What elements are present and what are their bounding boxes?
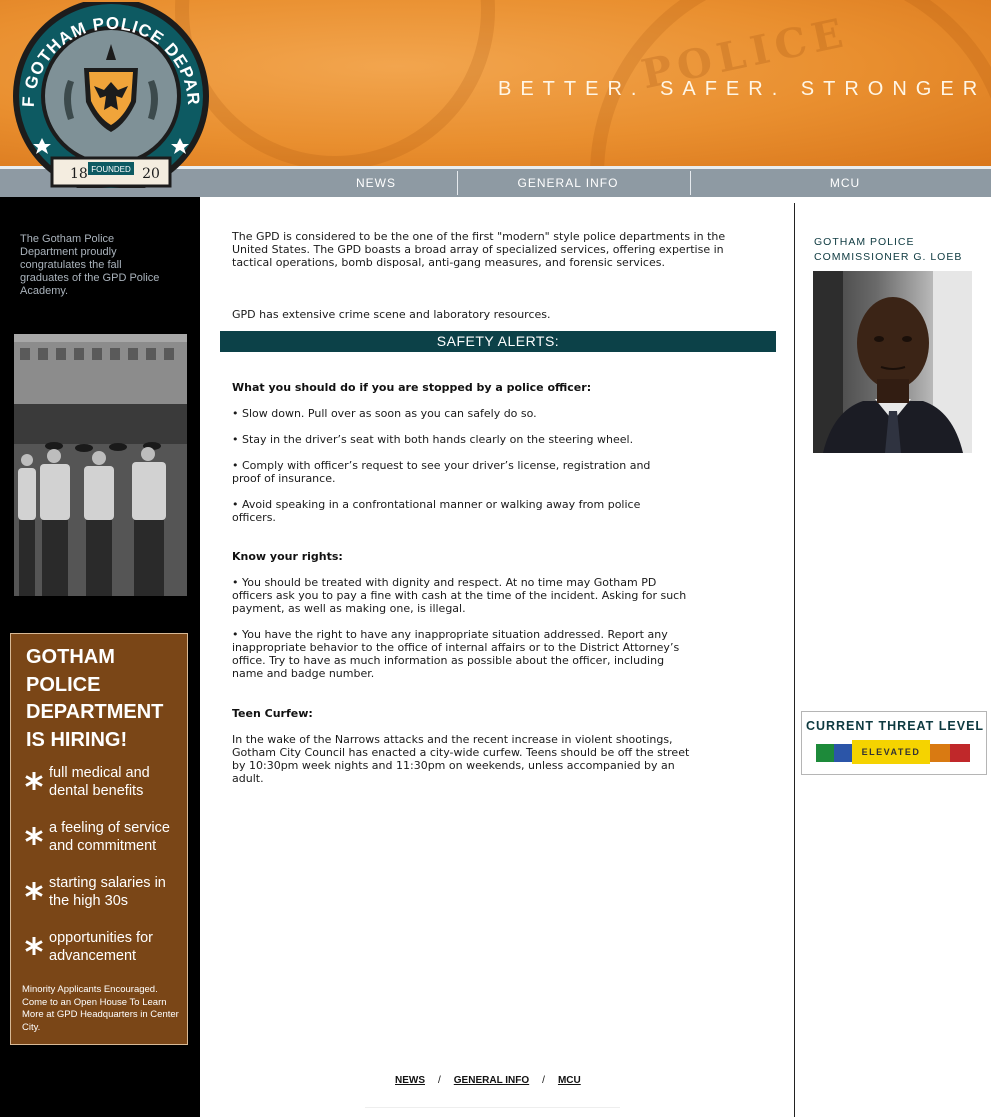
stopped-item: • Avoid speaking in a confrontational ma… <box>232 498 641 524</box>
curfew-heading: Teen Curfew: <box>232 707 313 720</box>
footer-link-mcu[interactable]: MCU <box>558 1075 581 1086</box>
stopped-heading: What you should do if you are stopped by… <box>232 381 592 394</box>
benefit-item: a feeling of service and commitment <box>23 819 188 859</box>
threat-level-indicator: ELEVATED <box>852 740 930 764</box>
tagline: BETTER. SAFER. STRONGER <box>498 78 987 100</box>
hiring-footer: Minority Applicants Encouraged. Come to … <box>22 984 179 1033</box>
benefit-label: full medical and dental benefits <box>49 765 150 799</box>
right-sidebar: GOTHAM POLICE COMMISSIONER G. LOEB CURRE… <box>795 197 991 1117</box>
badge-year-right: 20 <box>142 166 160 182</box>
academy-graduates-photo <box>14 334 187 596</box>
rights-heading: Know your rights: <box>232 550 343 563</box>
benefit-item: opportunities for advancement <box>23 929 188 969</box>
resources-paragraph: GPD has extensive crime scene and labora… <box>232 308 551 321</box>
star-icon <box>25 827 43 845</box>
threat-level-scale: ELEVATED <box>816 740 970 764</box>
footer-nav: NEWS / GENERAL INFO / MCU <box>395 1075 581 1086</box>
threat-segment-severe <box>950 744 970 762</box>
star-icon <box>25 772 43 790</box>
curfew-text: In the wake of the Narrows attacks and t… <box>232 733 690 785</box>
nav-general-info[interactable]: GENERAL INFO <box>458 169 678 197</box>
main-content: The GPD is considered to be the one of t… <box>200 197 794 1117</box>
nav-mcu[interactable]: MCU <box>760 169 930 197</box>
gpd-badge-logo[interactable]: CITY OF GOTHAM POLICE DEPARTMENT 18 20 F… <box>8 2 214 188</box>
stopped-item: • Comply with officer’s request to see y… <box>232 459 651 485</box>
left-sidebar: The Gotham Police Department proudly con… <box>0 197 200 1117</box>
threat-level-title: CURRENT THREAT LEVEL <box>805 719 985 733</box>
badge-year-left: 18 <box>70 166 88 182</box>
footer-separator: / <box>542 1075 545 1086</box>
hiring-title: GOTHAM POLICE DEPARTMENT IS HIRING! <box>26 646 164 751</box>
badge-founded: FOUNDED <box>91 165 131 174</box>
threat-segment-guarded <box>834 744 852 762</box>
footer-link-news[interactable]: NEWS <box>395 1075 425 1086</box>
stopped-item: • Stay in the driver’s seat with both ha… <box>232 433 634 446</box>
stopped-item: • Slow down. Pull over as soon as you ca… <box>232 407 537 420</box>
nav-news[interactable]: NEWS <box>306 169 446 197</box>
benefit-label: a feeling of service and commitment <box>49 820 170 854</box>
nav-divider <box>690 171 691 195</box>
hiring-ad[interactable]: GOTHAM POLICE DEPARTMENT IS HIRING! full… <box>10 633 188 1045</box>
benefit-label: opportunities for advancement <box>49 930 153 964</box>
commissioner-label: GOTHAM POLICE COMMISSIONER G. LOEB <box>814 236 963 263</box>
threat-segment-low <box>816 744 834 762</box>
star-icon <box>25 937 43 955</box>
benefit-item: full medical and dental benefits <box>23 764 188 804</box>
star-icon <box>25 882 43 900</box>
graduation-message: The Gotham Police Department proudly con… <box>20 233 160 297</box>
threat-segment-high <box>930 744 950 762</box>
background-seal <box>175 0 495 166</box>
safety-alerts-banner: SAFETY ALERTS: <box>220 331 776 352</box>
threat-level-widget[interactable]: CURRENT THREAT LEVEL ELEVATED <box>801 711 987 775</box>
rights-item: • You should be treated with dignity and… <box>232 576 687 615</box>
footer-separator: / <box>438 1075 441 1086</box>
footer-divider <box>365 1107 620 1108</box>
rights-item: • You have the right to have any inappro… <box>232 628 680 680</box>
intro-paragraph: The GPD is considered to be the one of t… <box>232 230 726 269</box>
footer-link-general-info[interactable]: GENERAL INFO <box>454 1075 529 1086</box>
benefit-label: starting salaries in the high 30s <box>49 875 166 909</box>
commissioner-photo <box>813 271 972 453</box>
benefit-item: starting salaries in the high 30s <box>23 874 188 914</box>
